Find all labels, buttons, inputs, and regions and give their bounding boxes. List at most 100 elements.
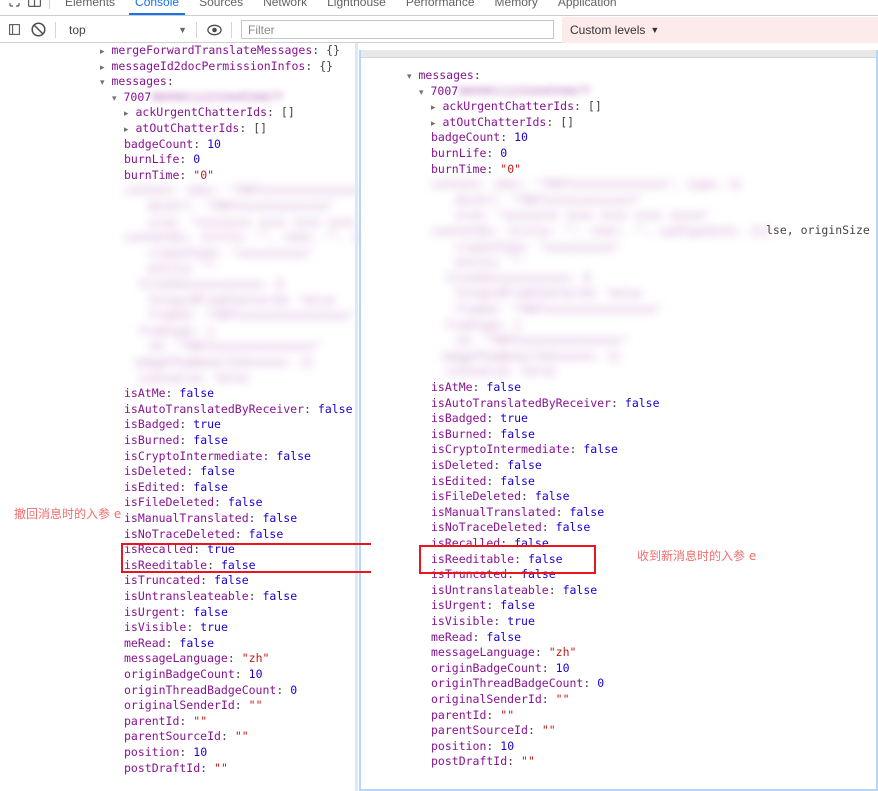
redacted-property-line: createType: "xxxxxxxxxx" <box>134 245 315 260</box>
property-key: postDraftId <box>124 760 201 775</box>
redacted-property-line: content: {doc: "7007xxxxxxxxxxxxxx", typ… <box>431 177 743 192</box>
property-key: badgeCount <box>124 136 194 151</box>
live-expression-icon[interactable] <box>202 19 226 41</box>
property-key: isTruncated <box>124 573 201 588</box>
object-property-parentSourceId: parentSourceId: "" <box>431 723 556 738</box>
tab-memory[interactable]: Memory <box>485 0 548 15</box>
property-key: originThreadBadgeCount <box>124 682 277 697</box>
disclosure-triangle-icon[interactable]: ▾ <box>112 94 117 104</box>
object-property-badgeCount: badgeCount: 10 <box>431 130 528 145</box>
property-value: "" <box>521 754 535 769</box>
log-levels-dropdown[interactable]: Custom levels ▼ <box>562 16 668 43</box>
disclosure-triangle-icon[interactable]: ▸ <box>124 109 129 119</box>
disclosure-triangle-icon[interactable]: ▾ <box>100 78 105 88</box>
clear-console-icon[interactable] <box>26 19 50 41</box>
property-key: burnTime <box>124 167 180 182</box>
disclosure-triangle-icon[interactable]: ▸ <box>124 125 129 135</box>
property-key: isAutoTranslatedByReceiver <box>124 401 305 416</box>
devtools-tabstrip: Elements Console Sources Network Lightho… <box>0 0 878 16</box>
object-property-burnTime: burnTime: "0" <box>124 167 215 182</box>
tab-application[interactable]: Application <box>548 0 627 15</box>
redacted-property-line: fromId: "7007xxxxxxxxxxxxxxxx" <box>441 302 663 316</box>
console-right-object-tree[interactable]: ▾ messages: ▾ 7007 8899011223344556677 ▸ ac… <box>361 59 876 789</box>
property-key: isVisible <box>124 620 187 635</box>
redacted-property-line: size: "xxxxxxxx xxxx xxxx xxxx xxxxx" <box>441 208 712 223</box>
redacted-property-line: isInvalid: false <box>431 364 556 379</box>
devtools-window: Elements Console Sources Network Lightho… <box>0 0 878 791</box>
property-value: true <box>507 614 535 628</box>
property-key: position <box>124 745 180 759</box>
property-value: false <box>193 604 228 619</box>
tab-sources[interactable]: Sources <box>189 0 253 15</box>
disclosure-triangle-icon[interactable]: ▾ <box>419 88 424 98</box>
redacted-property-line: forwardFromChatterId: false <box>441 286 642 301</box>
property-key: isNoTraceDeleted <box>124 526 235 541</box>
object-property-originalSenderId: originalSenderId: "" <box>124 698 263 713</box>
inspect-element-icon[interactable] <box>4 0 24 10</box>
toolbar-filler <box>667 16 878 43</box>
property-value: false <box>569 504 605 519</box>
property-value: false <box>500 426 535 441</box>
disclosure-triangle-icon[interactable]: ▸ <box>100 47 105 57</box>
property-value: false <box>179 635 215 650</box>
execution-context-selector[interactable]: top ▼ <box>61 20 191 40</box>
property-value: 10 <box>248 667 263 681</box>
disclosure-triangle-icon[interactable]: ▾ <box>407 72 412 82</box>
property-key: isFileDeleted <box>124 495 215 510</box>
property-value: false <box>624 395 660 410</box>
sidebar-toggle-icon[interactable] <box>2 19 26 41</box>
property-key: isBadged <box>124 417 180 432</box>
object-property-isDeleted: isDeleted: false <box>124 464 235 479</box>
object-property-parentSourceId: parentSourceId: "" <box>124 729 249 744</box>
property-value: false <box>317 401 353 416</box>
object-property-isNoTraceDeleted: isNoTraceDeleted: false <box>124 526 284 541</box>
tab-elements[interactable]: Elements <box>55 0 125 15</box>
property-value: "" <box>193 713 208 728</box>
tab-performance[interactable]: Performance <box>396 0 485 15</box>
tab-console[interactable]: Console <box>125 0 189 15</box>
toolbar-divider-1 <box>55 21 56 38</box>
property-key: isAtMe <box>124 386 166 401</box>
tab-lighthouse[interactable]: Lighthouse <box>317 0 396 15</box>
device-toolbar-icon[interactable] <box>24 0 44 10</box>
property-value: [] <box>280 105 295 120</box>
property-key: atOutChatterIds <box>135 121 240 135</box>
property-value: "" <box>234 729 249 744</box>
highlight-box-is-recalled-right <box>419 545 596 574</box>
property-value: 10 <box>514 130 528 145</box>
disclosure-triangle-icon[interactable]: ▸ <box>431 119 436 129</box>
toolbar-divider-2 <box>196 21 197 38</box>
disclosure-triangle-icon[interactable]: ▸ <box>100 63 105 73</box>
tab-network[interactable]: Network <box>253 0 317 15</box>
property-key: isUrgent <box>124 604 180 619</box>
tab-elements-label: Elements <box>65 0 116 9</box>
property-value: 10 <box>555 660 570 675</box>
property-value: false <box>583 442 618 457</box>
log-levels-label: Custom levels <box>570 22 646 37</box>
redacted-property-line: contentEx: {title: "", chat: "", subType… <box>431 224 771 238</box>
property-value: "" <box>555 692 570 706</box>
property-value: "zh" <box>548 645 577 660</box>
property-key: originalSenderId <box>431 692 542 706</box>
redacted-property-line: isInvalid: false <box>124 370 249 385</box>
filter-input[interactable]: Filter <box>241 20 554 39</box>
property-key: isUntransleateable <box>124 589 249 603</box>
tab-performance-label: Performance <box>405 0 475 9</box>
object-property-isFileDeleted: isFileDeleted: false <box>124 495 263 510</box>
object-property-postDraftId: postDraftId: "" <box>124 760 228 775</box>
property-value: [] <box>253 121 268 135</box>
property-value: "0" <box>193 167 215 182</box>
property-value: 0 <box>500 146 508 160</box>
property-key: messages <box>111 74 167 89</box>
object-property-position: position: 10 <box>124 745 208 759</box>
property-value: "" <box>248 698 263 713</box>
property-key: ackUrgentChatterIds <box>135 105 268 120</box>
redacted-property-line: imageThumbnailIdxxxxxx: {} <box>134 355 315 369</box>
object-property-isTruncated: isTruncated: false <box>124 573 249 588</box>
object-property-isCryptoIntermediate: isCryptoIntermediate: false <box>124 448 311 463</box>
property-value: false <box>262 589 298 603</box>
redacted-property-line: docUrl: "7007xxxxxxxxxxxxx" <box>134 199 335 213</box>
redacted-message-id: 8899011223344556677 <box>152 89 284 104</box>
property-key: messageId2docPermissionInfos <box>111 58 306 73</box>
disclosure-triangle-icon[interactable]: ▸ <box>431 103 436 113</box>
